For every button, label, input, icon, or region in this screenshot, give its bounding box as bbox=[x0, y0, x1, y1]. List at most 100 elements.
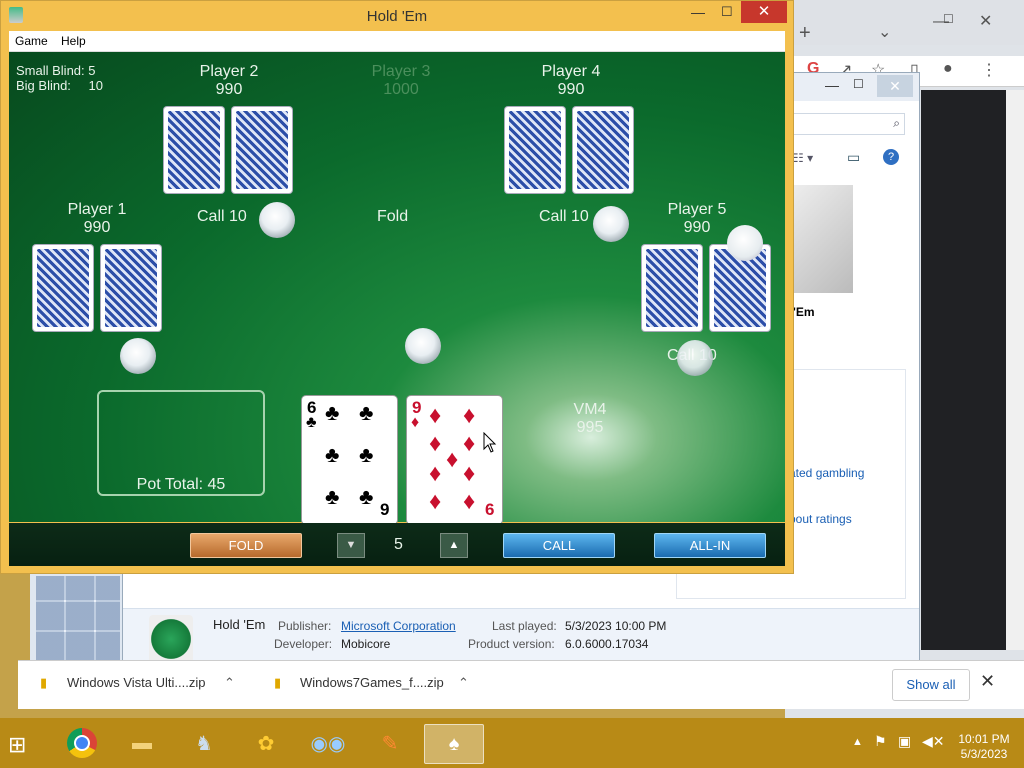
publisher-link[interactable]: Microsoft Corporation bbox=[341, 619, 456, 633]
volume-muted-icon[interactable]: ◀✕ bbox=[922, 733, 945, 750]
pot-chip-stack bbox=[405, 328, 441, 364]
dealer-button bbox=[727, 225, 763, 261]
diamond-pip: ♦ bbox=[429, 402, 442, 429]
profile-icon[interactable]: ● bbox=[943, 60, 953, 78]
publisher-label: Publisher: bbox=[278, 619, 332, 633]
search-input[interactable]: ⌕ bbox=[791, 113, 905, 135]
network-icon[interactable]: ▣ bbox=[898, 733, 911, 750]
show-hidden-icons[interactable]: ▲ bbox=[852, 736, 863, 748]
help-icon[interactable]: ? bbox=[883, 149, 899, 165]
player-4-info: Player 4 990 bbox=[511, 63, 631, 99]
player-chips: 990 bbox=[215, 81, 243, 98]
hero-info: VM4 995 bbox=[530, 401, 650, 437]
bee-game-icon[interactable]: ✿ bbox=[240, 724, 292, 762]
gambling-link[interactable]: ated gambling bbox=[789, 466, 864, 480]
ratings-link[interactable]: bout ratings bbox=[789, 512, 852, 526]
card-back bbox=[33, 245, 93, 331]
menu-game[interactable]: Game bbox=[15, 34, 48, 48]
close-downloads-icon[interactable]: ✕ bbox=[980, 671, 995, 692]
developer-label: Developer: bbox=[274, 637, 333, 651]
player-4-action: Call 10 bbox=[539, 208, 589, 225]
mouse-cursor-icon bbox=[483, 432, 497, 453]
start-windows-icon[interactable]: ⊞ bbox=[8, 732, 26, 758]
scrollbar[interactable] bbox=[1006, 90, 1024, 650]
maximize-icon[interactable]: ☐ bbox=[943, 12, 954, 26]
player-1-info: Player 1 990 bbox=[37, 201, 157, 237]
download-item-2[interactable]: Windows7Games_f....zip bbox=[300, 675, 444, 690]
show-all-button[interactable]: Show all bbox=[892, 669, 970, 701]
window-title: Hold 'Em bbox=[366, 8, 428, 25]
game-name: Hold 'Em bbox=[213, 617, 266, 632]
diamond-pip: ♦ bbox=[463, 488, 476, 515]
bet-decrease-button[interactable]: ▼ bbox=[337, 533, 365, 558]
chess-icon[interactable]: ♞ bbox=[178, 724, 230, 762]
hero-card-1: 6 ♣ ♣ ♣ ♣ ♣ ♣ ♣ 9 bbox=[302, 396, 397, 524]
card-rank-bottom: 9 bbox=[380, 500, 390, 519]
all-in-button[interactable]: ALL-IN bbox=[654, 533, 766, 558]
player-3-info: Player 3 1000 bbox=[341, 63, 461, 99]
new-tab-button[interactable]: + bbox=[799, 22, 811, 45]
minimize-icon[interactable]: — bbox=[691, 4, 705, 20]
big-blind-value: 10 bbox=[88, 78, 104, 93]
preview-pane-icon[interactable]: ▭ bbox=[847, 149, 860, 166]
blinds-info: Small Blind: 5 Big Blind: 10 bbox=[16, 63, 103, 93]
chip-stack bbox=[593, 206, 629, 242]
player-chips: 1000 bbox=[383, 81, 419, 98]
card-back bbox=[505, 107, 565, 193]
menu-icon[interactable]: ⋮ bbox=[981, 60, 997, 80]
card-rank-bottom: 6 bbox=[485, 500, 495, 519]
player-chips: 990 bbox=[557, 81, 585, 98]
game-caption: 'Em bbox=[793, 305, 815, 319]
holdem-titlebar: Hold 'Em — ☐ ✕ bbox=[1, 1, 793, 31]
holdem-taskbar-icon[interactable]: ♠ bbox=[424, 724, 484, 764]
page-dark-area bbox=[921, 90, 1006, 650]
player-name: Player 1 bbox=[67, 201, 127, 218]
product-version-label: Product version: bbox=[468, 637, 555, 651]
card-back bbox=[642, 245, 702, 331]
close-icon[interactable]: ✕ bbox=[741, 1, 787, 23]
maximize-icon[interactable]: ☐ bbox=[721, 4, 733, 20]
minesweeper-thumbnail bbox=[30, 570, 122, 662]
small-blind-label: Small Blind: bbox=[16, 63, 85, 78]
fold-button[interactable]: FOLD bbox=[190, 533, 302, 558]
betting-controls: FOLD ▼ 5 ▲ CALL ALL-IN bbox=[9, 523, 785, 566]
file-explorer-icon[interactable]: ▬ bbox=[116, 724, 168, 762]
player-2-action: Call 10 bbox=[197, 208, 247, 225]
card-suit: ♣ bbox=[306, 414, 317, 431]
tab-search-chevron-icon[interactable]: ⌄ bbox=[878, 22, 891, 42]
diamond-pip: ♦ bbox=[446, 446, 459, 473]
developer-value: Mobicore bbox=[341, 637, 391, 651]
diamond-pip: ♦ bbox=[429, 430, 442, 457]
hero-card-2: 9 ♦ ♦ ♦ ♦ ♦ ♦ ♦ ♦ ♦ ♦ 6 bbox=[407, 396, 502, 524]
last-played-value: 5/3/2023 10:00 PM bbox=[565, 619, 667, 633]
clock[interactable]: 10:01 PM 5/3/2023 bbox=[952, 732, 1016, 762]
card-back bbox=[101, 245, 161, 331]
product-version-value: 6.0.6000.17034 bbox=[565, 637, 649, 651]
minimize-icon[interactable]: — bbox=[825, 77, 839, 93]
player-name: Player 2 bbox=[199, 63, 259, 80]
chevron-up-icon[interactable]: ⌃ bbox=[224, 675, 235, 691]
call-button[interactable]: CALL bbox=[503, 533, 615, 558]
download-item-1[interactable]: Windows Vista Ulti....zip bbox=[67, 675, 205, 690]
views-icon[interactable]: ☷ ▾ bbox=[793, 151, 813, 165]
game-box-art bbox=[791, 185, 853, 293]
action-center-flag-icon[interactable]: ⚑ bbox=[874, 733, 887, 750]
close-icon[interactable]: ✕ bbox=[979, 11, 992, 31]
player-name: Player 4 bbox=[541, 63, 601, 80]
card-back bbox=[573, 107, 633, 193]
menu-help[interactable]: Help bbox=[61, 34, 86, 48]
hero-name: VM4 bbox=[573, 401, 607, 418]
club-pip: ♣ bbox=[359, 400, 374, 425]
maximize-icon[interactable]: ☐ bbox=[853, 77, 864, 91]
paint-icon[interactable]: ✎ bbox=[364, 724, 416, 762]
chrome-taskbar-icon[interactable] bbox=[56, 724, 108, 762]
chevron-up-icon[interactable]: ⌃ bbox=[458, 675, 469, 691]
bet-increase-button[interactable]: ▲ bbox=[440, 533, 468, 558]
clock-time: 10:01 PM bbox=[958, 732, 1010, 746]
downloads-bar: ▮ Windows Vista Ulti....zip ⌃ ▮ Windows7… bbox=[18, 660, 1024, 709]
player-name: Player 5 bbox=[667, 201, 727, 218]
card-back bbox=[164, 107, 224, 193]
eyes-game-icon[interactable]: ◉◉ bbox=[302, 724, 354, 762]
close-icon[interactable]: ✕ bbox=[877, 75, 913, 97]
minesweeper-grid bbox=[36, 576, 120, 660]
